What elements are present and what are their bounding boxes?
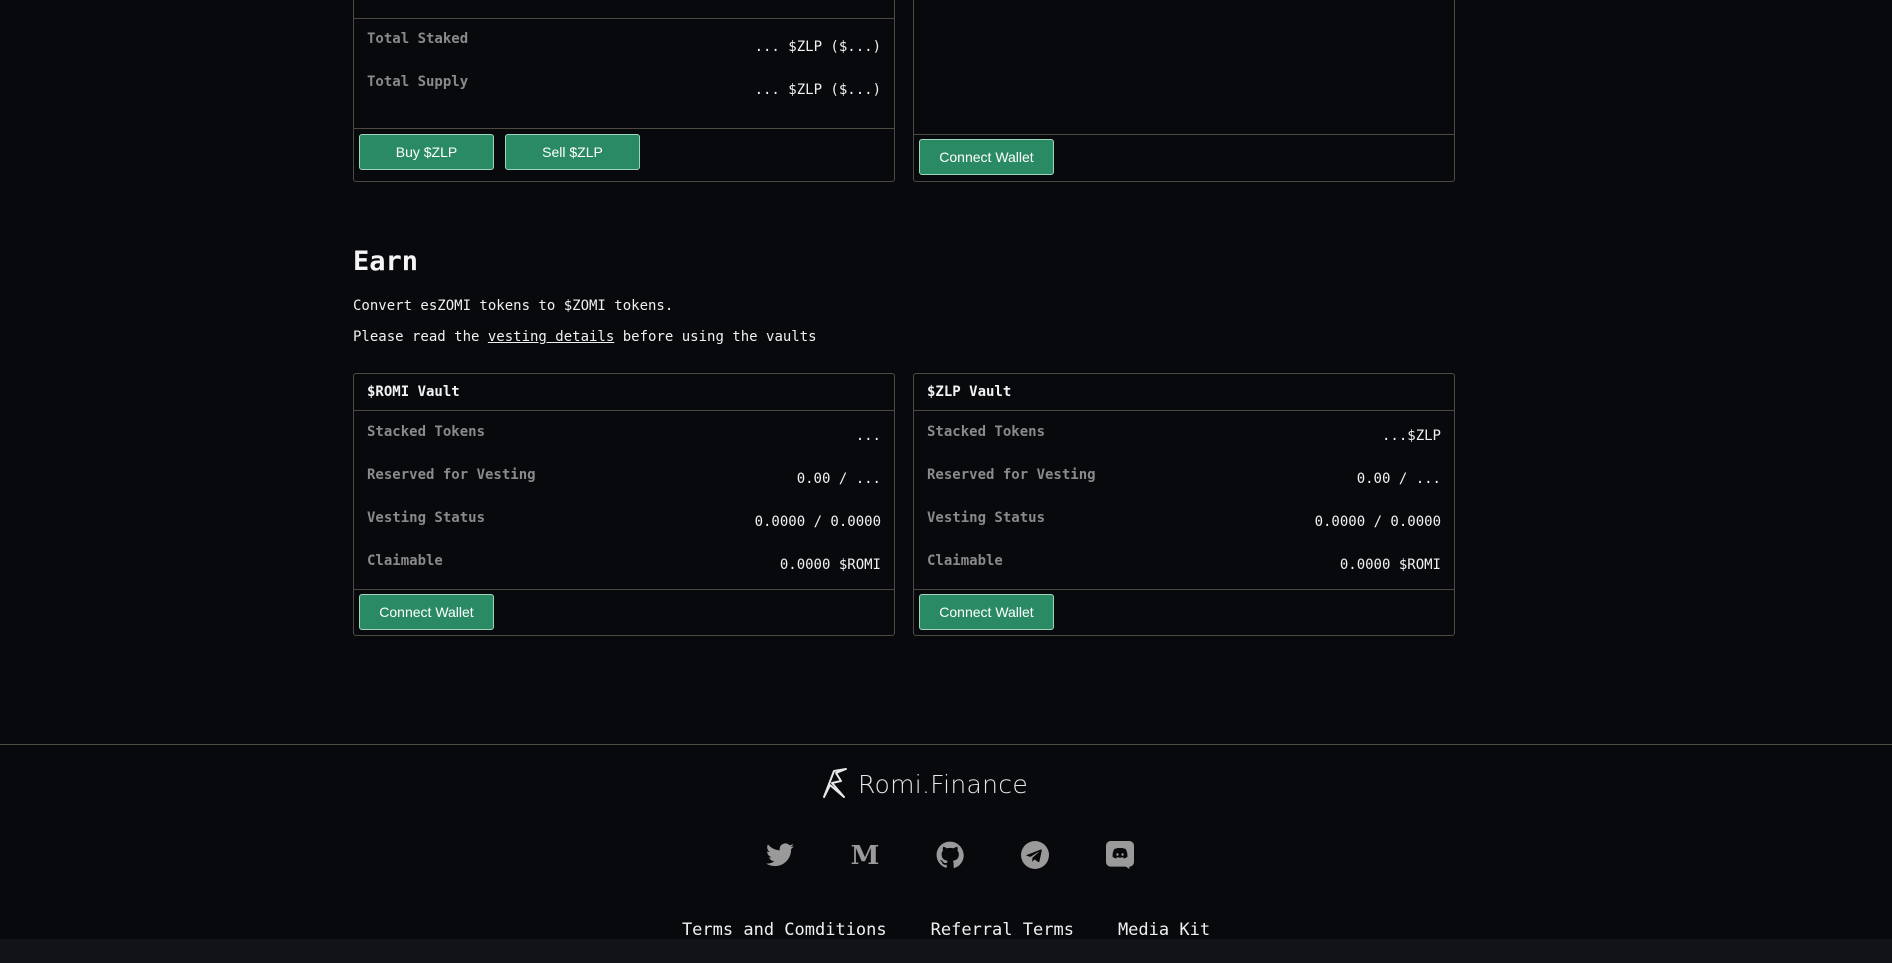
vesting-notice-suffix: before using the vaults xyxy=(614,329,817,345)
romi-vault-title: $ROMI Vault xyxy=(354,374,894,411)
connect-wallet-button[interactable]: Connect Wallet xyxy=(359,594,494,630)
top-right-card-footer: Connect Wallet xyxy=(914,134,1454,181)
vault-row: Reserved for Vesting 0.00 / ... xyxy=(354,454,894,497)
zlp-vault-footer: Connect Wallet xyxy=(914,589,1454,635)
vault-row: Claimable 0.0000 $ROMI xyxy=(914,540,1454,583)
stacked-tokens-value: ...$ZLP xyxy=(1381,428,1441,444)
reserved-vesting-label: Reserved for Vesting xyxy=(367,467,536,483)
total-supply-row: Total Supply ... $ZLP ($...) xyxy=(354,61,894,104)
medium-icon[interactable]: M xyxy=(851,841,879,869)
zlp-card-footer: Buy $ZLP Sell $ZLP xyxy=(354,128,894,181)
earn-heading: Earn xyxy=(353,246,419,277)
terms-link[interactable]: Terms and Comditions xyxy=(682,920,887,940)
vault-row: Vesting Status 0.0000 / 0.0000 xyxy=(354,497,894,540)
vesting-status-label: Vesting Status xyxy=(367,510,486,526)
buy-zlp-button[interactable]: Buy $ZLP xyxy=(359,134,494,170)
claimable-label: Claimable xyxy=(927,553,1003,569)
vesting-notice-prefix: Please read the xyxy=(353,329,488,345)
zlp-vault-card: $ZLP Vault Stacked Tokens ...$ZLP Reserv… xyxy=(913,373,1455,636)
media-kit-link[interactable]: Media Kit xyxy=(1118,920,1210,940)
total-supply-value: ... $ZLP ($...) xyxy=(754,82,881,98)
sell-zlp-button[interactable]: Sell $ZLP xyxy=(505,134,640,170)
claimable-value: 0.0000 $ROMI xyxy=(779,557,881,573)
brand-logo[interactable]: Romi.Finance xyxy=(820,764,1028,804)
telegram-icon[interactable] xyxy=(1021,841,1049,869)
vesting-status-label: Vesting Status xyxy=(927,510,1046,526)
claimable-label: Claimable xyxy=(367,553,443,569)
footer-bottom-bar xyxy=(0,939,1892,963)
reserved-vesting-label: Reserved for Vesting xyxy=(927,467,1096,483)
site-footer: Romi.Finance M Terms and Comditions Refe… xyxy=(0,744,1892,963)
vesting-details-link[interactable]: vesting details xyxy=(488,329,614,345)
total-supply-label: Total Supply xyxy=(367,74,469,90)
total-staked-label: Total Staked xyxy=(367,31,469,47)
discord-icon[interactable] xyxy=(1106,841,1134,869)
connect-wallet-button[interactable]: Connect Wallet xyxy=(919,139,1054,175)
footer-links: Terms and Comditions Referral Terms Medi… xyxy=(0,920,1892,940)
earn-description: Convert esZOMI tokens to $ZOMI tokens. xyxy=(353,298,674,314)
top-right-card: Connect Wallet xyxy=(913,0,1455,182)
romi-vault-card: $ROMI Vault Stacked Tokens ... Reserved … xyxy=(353,373,895,636)
svg-text:M: M xyxy=(851,842,879,868)
twitter-icon[interactable] xyxy=(766,841,794,869)
referral-terms-link[interactable]: Referral Terms xyxy=(931,920,1074,940)
vault-row: Vesting Status 0.0000 / 0.0000 xyxy=(914,497,1454,540)
vault-row: Claimable 0.0000 $ROMI xyxy=(354,540,894,583)
romi-vault-footer: Connect Wallet xyxy=(354,589,894,635)
claimable-value: 0.0000 $ROMI xyxy=(1339,557,1441,573)
stacked-tokens-label: Stacked Tokens xyxy=(367,424,486,440)
connect-wallet-button[interactable]: Connect Wallet xyxy=(919,594,1054,630)
vault-row: Stacked Tokens ...$ZLP xyxy=(914,411,1454,454)
total-staked-row: Total Staked ... $ZLP ($...) xyxy=(354,18,894,61)
total-staked-value: ... $ZLP ($...) xyxy=(754,39,881,55)
vesting-status-value: 0.0000 / 0.0000 xyxy=(1314,514,1441,530)
github-icon[interactable] xyxy=(936,841,964,869)
vesting-notice: Please read the vesting details before u… xyxy=(353,329,817,345)
stacked-tokens-label: Stacked Tokens xyxy=(927,424,1046,440)
reserved-vesting-value: 0.00 / ... xyxy=(796,471,881,487)
reserved-vesting-value: 0.00 / ... xyxy=(1356,471,1441,487)
vesting-status-value: 0.0000 / 0.0000 xyxy=(754,514,881,530)
zlp-vault-title: $ZLP Vault xyxy=(914,374,1454,411)
brand-name: Romi.Finance xyxy=(858,769,1029,799)
social-links: M xyxy=(766,841,1134,869)
vault-row: Stacked Tokens ... xyxy=(354,411,894,454)
vault-row: Reserved for Vesting 0.00 / ... xyxy=(914,454,1454,497)
zlp-stats-card: Total Staked ... $ZLP ($...) Total Suppl… xyxy=(353,0,895,182)
romi-logo-icon xyxy=(820,763,850,805)
stacked-tokens-value: ... xyxy=(855,428,881,444)
